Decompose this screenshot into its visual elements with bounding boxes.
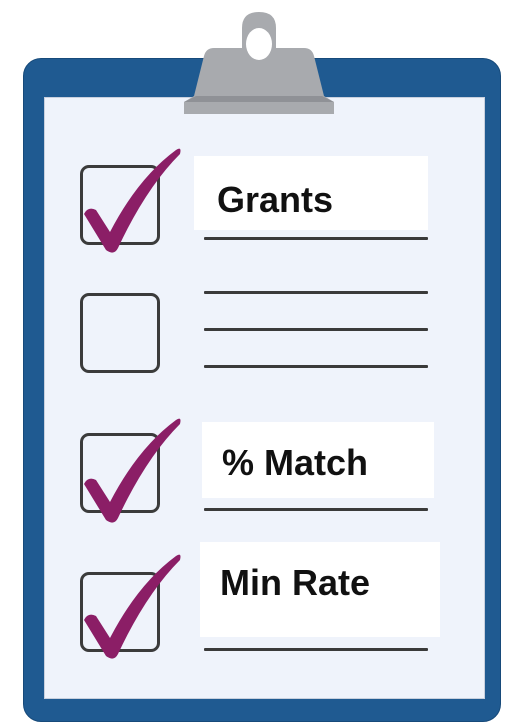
writing-line — [204, 237, 428, 240]
writing-line — [204, 328, 428, 331]
item-label-min-rate: Min Rate — [220, 562, 371, 603]
checkbox-empty[interactable] — [80, 293, 160, 373]
item-label-match: % Match — [222, 442, 369, 483]
writing-line — [204, 291, 428, 294]
checkmark-icon — [84, 418, 181, 523]
item-label-grants: Grants — [217, 179, 334, 220]
checkmark-icon — [84, 148, 181, 253]
writing-line — [204, 648, 428, 651]
clipboard-clip-icon — [184, 12, 334, 114]
writing-line — [204, 365, 428, 368]
checkmark-icon — [84, 554, 181, 659]
writing-line — [204, 508, 428, 511]
